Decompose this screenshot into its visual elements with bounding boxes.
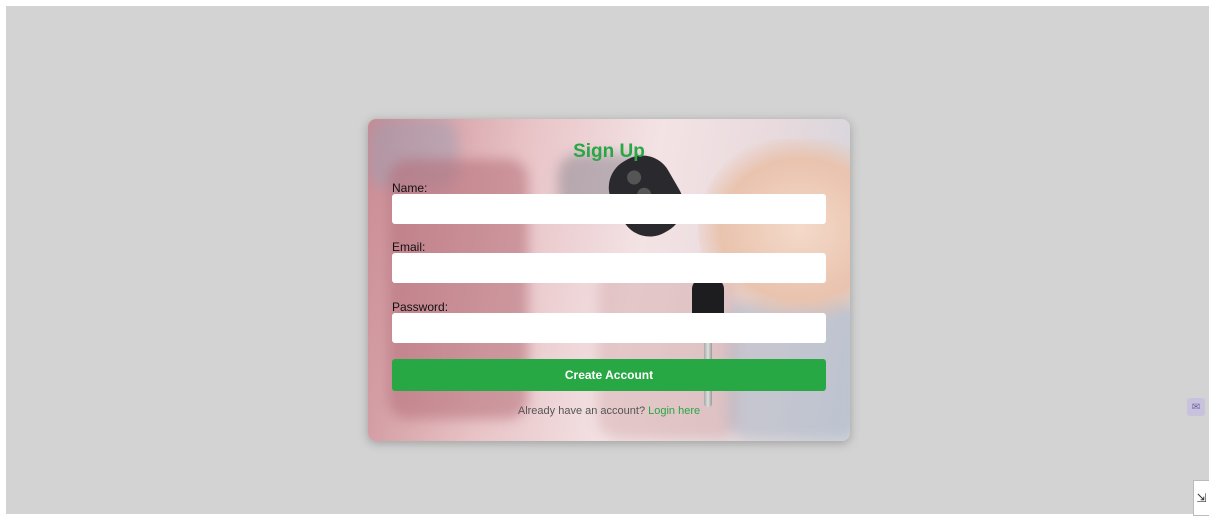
resize-icon[interactable]: ⇲ [1193,480,1209,516]
login-link[interactable]: Login here [648,405,700,417]
login-prompt: Already have an account? Login here [368,405,850,417]
page-background: Sign Up Name: Email: Password: Create Ac… [6,6,1209,516]
password-input[interactable] [392,313,826,343]
create-account-button[interactable]: Create Account [392,359,826,391]
mail-icon[interactable]: ✉ [1187,398,1205,416]
password-label: Password: [392,300,449,314]
signup-form: Sign Up Name: Email: Password: Create Ac… [368,119,850,441]
form-title: Sign Up [573,141,645,162]
email-label: Email: [392,240,426,254]
signup-card: Sign Up Name: Email: Password: Create Ac… [368,119,850,441]
login-prompt-text: Already have an account? [517,405,646,417]
email-input[interactable] [392,253,826,283]
name-label: Name: [392,181,428,195]
name-input[interactable] [392,194,826,224]
